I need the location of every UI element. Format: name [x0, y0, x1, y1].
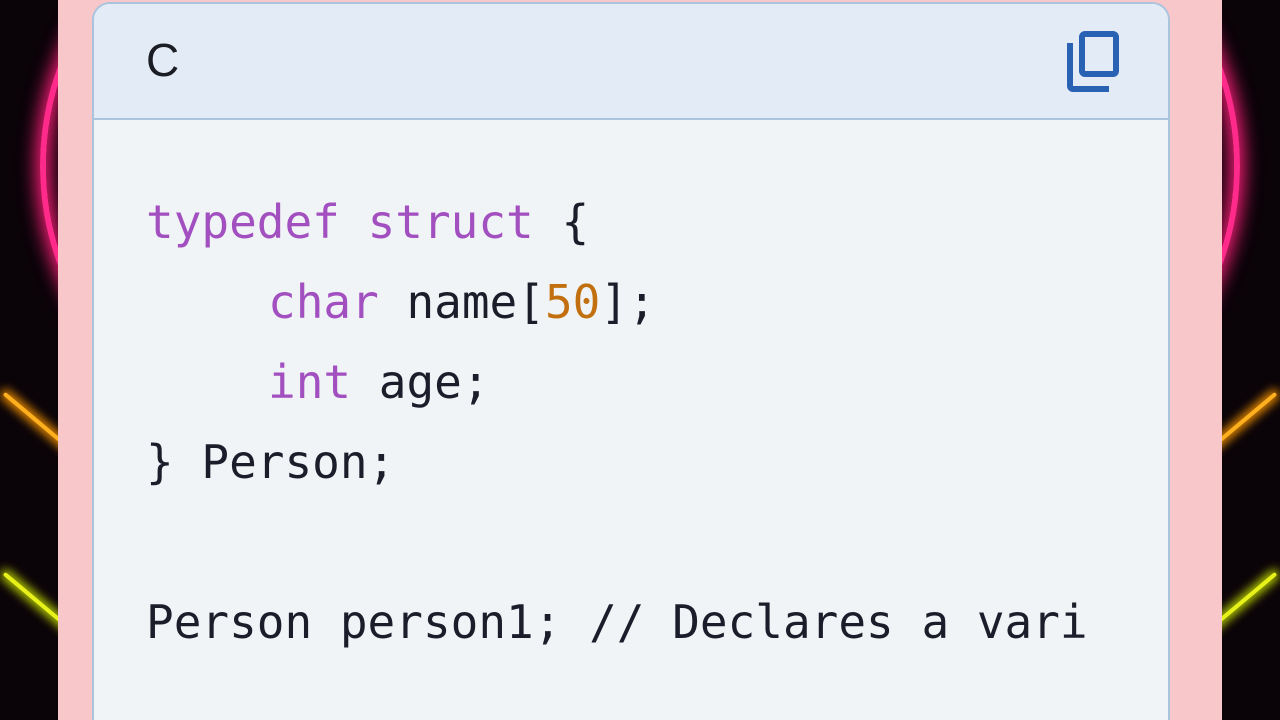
neon-background-left [0, 0, 60, 720]
code-line: char name[50]; [146, 262, 1088, 342]
code-block: C typedef struct {char name[50]; int age;… [92, 2, 1170, 720]
neon-ring-decoration [1220, 0, 1240, 452]
code-keyword: int [268, 355, 352, 409]
code-content: typedef struct {char name[50]; int age;} … [146, 182, 1088, 662]
code-keyword: struct [367, 195, 534, 249]
code-text: age; [351, 355, 490, 409]
code-number: 50 [544, 275, 601, 329]
code-keyword: typedef [146, 195, 340, 249]
code-line: typedef struct { [146, 182, 1088, 262]
copy-button[interactable] [1064, 30, 1124, 94]
code-line: int age; [146, 342, 1088, 422]
code-text: } Person; [146, 435, 396, 489]
code-keyword: char [268, 275, 379, 329]
code-text: { [533, 195, 590, 249]
neon-bar-decoration [1220, 571, 1278, 653]
language-label: C [146, 34, 180, 86]
code-line: Person person1; // Declares a vari [146, 582, 1088, 662]
code-line: } Person; [146, 422, 1088, 502]
neon-background-right [1220, 0, 1280, 720]
neon-bar-decoration [2, 391, 60, 473]
neon-bar-decoration [2, 571, 60, 653]
neon-bar-decoration [1220, 391, 1278, 473]
code-text: name[ [378, 275, 545, 329]
copy-icon [1067, 31, 1119, 92]
video-frame: C typedef struct {char name[50]; int age;… [0, 0, 1280, 720]
neon-ring-decoration [40, 0, 60, 452]
code-text: Person person1; // Declares a vari [146, 595, 1088, 649]
code-block-header: C [94, 4, 1168, 120]
code-text: ]; [600, 275, 656, 329]
